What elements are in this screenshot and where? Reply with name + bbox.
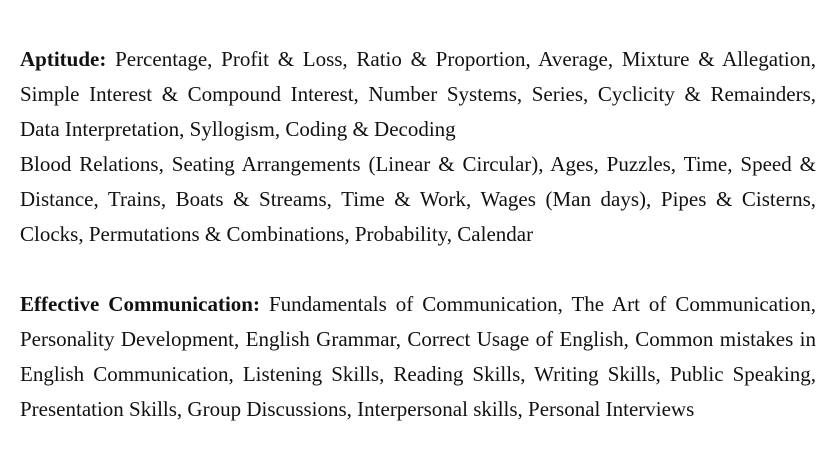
aptitude-topics-part-1: Percentage, Profit & Loss, Ratio & Propo…	[20, 47, 816, 141]
document-body: Aptitude: Percentage, Profit & Loss, Rat…	[20, 42, 816, 427]
communication-heading: Effective Communication:	[20, 292, 260, 316]
aptitude-heading: Aptitude:	[20, 47, 107, 71]
aptitude-topics-part-2: Blood Relations, Seating Arrangements (L…	[20, 152, 816, 246]
aptitude-paragraph: Aptitude: Percentage, Profit & Loss, Rat…	[20, 42, 816, 147]
aptitude-paragraph-continued: Blood Relations, Seating Arrangements (L…	[20, 147, 816, 252]
communication-paragraph: Effective Communication: Fundamentals of…	[20, 287, 816, 427]
